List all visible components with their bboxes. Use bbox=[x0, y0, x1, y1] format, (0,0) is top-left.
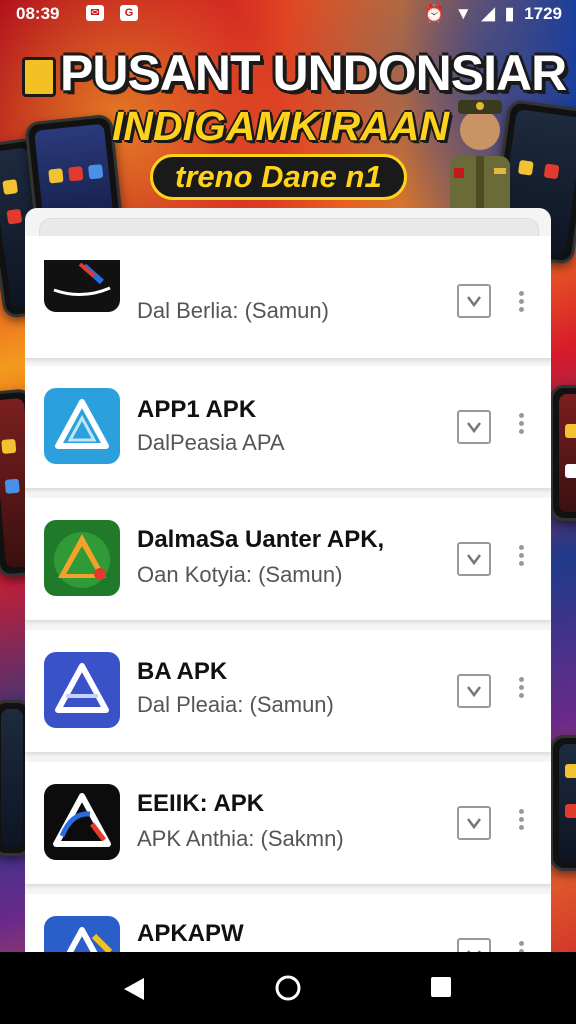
soldier-illustration bbox=[450, 100, 510, 216]
app-list-item[interactable]: DalmaSa Uanter APK, Oan Kotyia: (Samun) bbox=[25, 498, 551, 621]
app-subtitle: APK Anthia: (Sakmn) bbox=[137, 826, 344, 851]
app-subtitle: Oan Kotyia: (Samun) bbox=[137, 562, 343, 587]
app-list-item[interactable]: EEIIK: APK APK Anthia: (Sakmn) bbox=[25, 762, 551, 885]
app-subtitle: Dal Pleaia: (Samun) bbox=[137, 692, 334, 717]
notification-icon: ✉ bbox=[86, 5, 104, 21]
app-list-card: Dal Berlia: (Samun) APP1 APK DalPeasia A… bbox=[25, 208, 551, 952]
decor-phone bbox=[550, 735, 576, 871]
status-time: 08:39 bbox=[16, 4, 60, 23]
status-clock: 1729 bbox=[524, 4, 562, 23]
download-button[interactable] bbox=[457, 674, 491, 708]
app-list-item[interactable]: APKAPW bbox=[25, 894, 551, 952]
navigation-bar bbox=[0, 952, 576, 1024]
app-icon-black-triangle bbox=[44, 784, 120, 860]
alarm-icon: ⏰ bbox=[423, 4, 445, 23]
app-icon-blue-triangle bbox=[44, 388, 120, 464]
battery-icon: ▮ bbox=[504, 4, 515, 23]
app-list-item[interactable]: Dal Berlia: (Samun) bbox=[25, 236, 551, 359]
banner-pill: treno Dane n1 bbox=[150, 154, 407, 200]
app-title: BA APK bbox=[137, 658, 228, 685]
more-options-icon[interactable] bbox=[517, 806, 525, 836]
home-icon[interactable] bbox=[274, 974, 302, 1002]
more-options-icon[interactable] bbox=[517, 410, 525, 440]
status-bar: 08:39 ✉ G ⏰ ▼ ◢ ▮ 1729 bbox=[0, 0, 576, 28]
app-icon-indigo-triangle bbox=[44, 652, 120, 728]
app-title: APP1 APK bbox=[137, 396, 257, 423]
app-title: DalmaSa Uanter APK, bbox=[137, 526, 385, 553]
app-list-item[interactable]: APP1 APK DalPeasia APA bbox=[25, 366, 551, 489]
app-subtitle: Dal Berlia: (Samun) bbox=[137, 298, 329, 323]
download-button[interactable] bbox=[457, 938, 491, 952]
app-subtitle: DalPeasia APA bbox=[137, 430, 285, 455]
more-options-icon[interactable] bbox=[517, 674, 525, 704]
app-icon-green-triangle bbox=[44, 520, 120, 596]
banner-subtitle: INDIGAMKIRAAN bbox=[112, 103, 450, 149]
wifi-icon: ▼ bbox=[454, 4, 472, 23]
app-icon-blue-yellow-partial bbox=[44, 916, 120, 952]
download-button[interactable] bbox=[457, 410, 491, 444]
notification-icon: G bbox=[120, 5, 138, 21]
app-title: APKAPW bbox=[137, 920, 244, 947]
app-icon-black-partial bbox=[44, 260, 120, 312]
download-button[interactable] bbox=[457, 542, 491, 576]
more-options-icon[interactable] bbox=[517, 288, 525, 318]
more-options-icon[interactable] bbox=[517, 938, 525, 952]
banner-logo-icon bbox=[22, 56, 56, 97]
decor-phone bbox=[550, 385, 576, 521]
status-icons: ⏰ ▼ ◢ ▮ 1729 bbox=[424, 4, 562, 24]
download-button[interactable] bbox=[457, 284, 491, 318]
banner-title: PUSANT UNDONSIAR bbox=[22, 44, 567, 102]
download-button[interactable] bbox=[457, 806, 491, 840]
back-icon[interactable] bbox=[122, 976, 146, 1002]
more-options-icon[interactable] bbox=[517, 542, 525, 572]
app-list-item[interactable]: BA APK Dal Pleaia: (Samun) bbox=[25, 630, 551, 753]
app-title: EEIIK: APK bbox=[137, 790, 265, 817]
signal-icon: ◢ bbox=[481, 4, 495, 23]
recents-icon[interactable] bbox=[430, 976, 452, 998]
